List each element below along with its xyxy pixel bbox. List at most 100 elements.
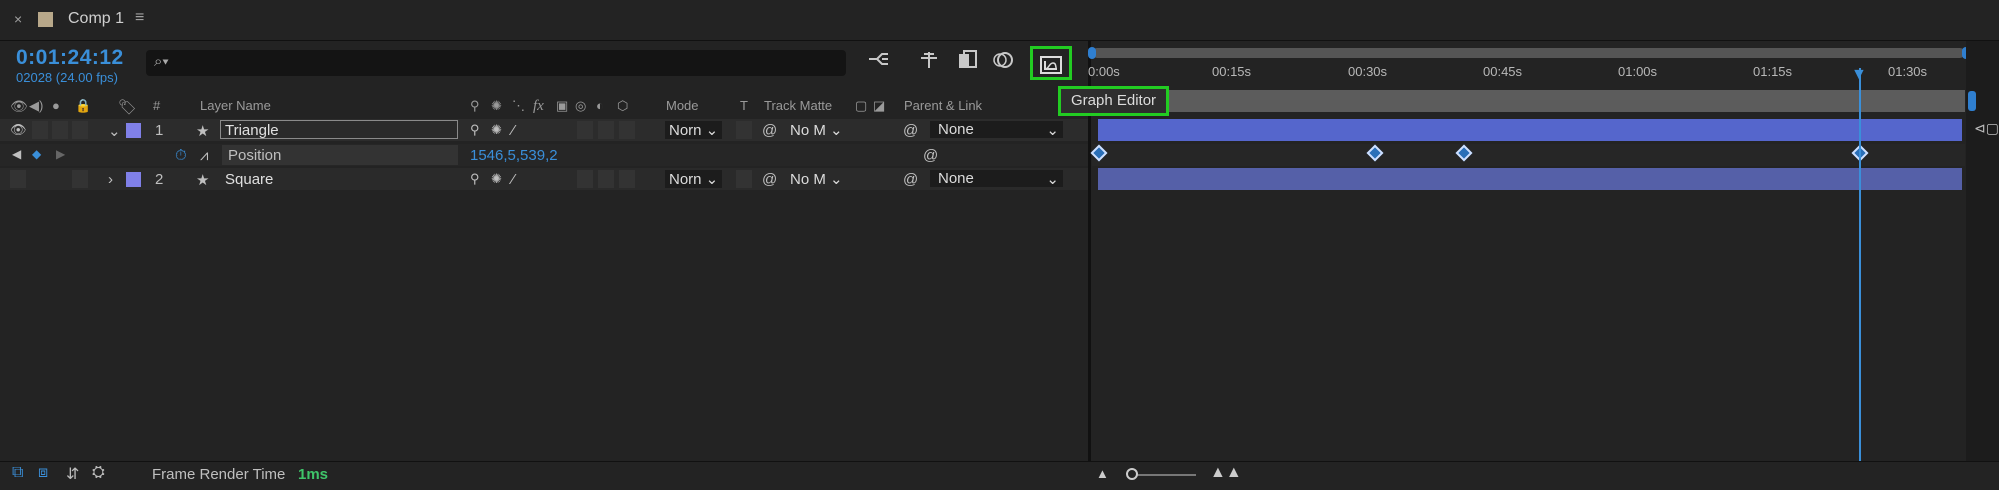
stopwatch-icon[interactable]: ⏱ (175, 147, 187, 164)
matte-visibility-icon: ▢ (855, 98, 868, 113)
track-matte-select[interactable]: No M ⌄ (790, 121, 843, 139)
ruler-tick: 01:15s (1753, 64, 1793, 79)
preserve-transparency-toggle[interactable] (736, 121, 752, 139)
shy-switch-icon[interactable]: ⚲ (470, 98, 480, 114)
frame-blend-icon[interactable] (954, 50, 980, 75)
composition-tab-bar (0, 0, 1999, 41)
playhead-icon[interactable]: ▼ (1851, 66, 1867, 84)
time-navigator-bar[interactable] (1092, 48, 1965, 58)
solo-icon[interactable]: ● (52, 98, 60, 113)
next-keyframe-icon[interactable]: ▶ (56, 147, 65, 161)
matte-link-icon[interactable]: @ (762, 122, 777, 139)
property-name: Position (228, 147, 282, 164)
layer-color-label[interactable] (126, 172, 141, 187)
frame-count: 02028 (24.00 fps) (16, 70, 118, 85)
solo-toggle[interactable] (52, 121, 68, 139)
layer-name[interactable]: Triangle (225, 122, 279, 139)
zoom-slider-track[interactable] (1130, 474, 1196, 476)
parent-pickwhip-icon[interactable]: @ (903, 122, 918, 139)
adjustment-switch[interactable] (598, 121, 614, 139)
3d-switch[interactable] (619, 121, 635, 139)
property-row-position[interactable]: ◀ ◆ ▶ ⏱ ⩘ Position 1546,5,539,2 @ (0, 144, 1088, 166)
layer-search-input[interactable] (146, 50, 846, 76)
chevron-down-icon[interactable]: ⌄ (108, 122, 121, 140)
transfer-controls-toggle-icon[interactable]: ⧈ (38, 464, 48, 482)
layer-name-column-header[interactable]: Layer Name (200, 98, 271, 113)
blend-mode-select[interactable]: Norn ⌄ (665, 121, 723, 139)
shy-switch-icon[interactable]: ⚲ (470, 122, 480, 138)
quality-switch-icon[interactable]: ⋱ (512, 98, 525, 114)
draft-3d-icon[interactable] (916, 50, 942, 75)
lock-toggle[interactable] (72, 170, 88, 188)
zoom-out-icon[interactable]: ▲ (1096, 466, 1109, 481)
motion-blur-switch-icon[interactable]: ◎ (575, 98, 586, 114)
zoom-in-icon[interactable]: ▲▲ (1210, 464, 1242, 482)
zoom-slider-knob[interactable] (1126, 468, 1138, 480)
layer-duration-bar-triangle[interactable] (1098, 119, 1962, 141)
layer-number: 1 (155, 122, 164, 139)
chevron-right-icon[interactable]: › (108, 171, 113, 188)
blend-mode-select[interactable]: Norn ⌄ (665, 170, 723, 188)
parent-select[interactable]: None ⌄ (930, 170, 1063, 188)
ruler-tick: 00:45s (1483, 64, 1523, 79)
matte-flip-icon: ◪ (873, 98, 886, 113)
frame-blend-switch-icon[interactable]: ▣ (556, 98, 568, 114)
work-area-bar[interactable] (1092, 90, 1965, 112)
layer-name[interactable]: Square (225, 171, 273, 188)
current-timecode[interactable]: 0:01:24:12 (16, 46, 124, 70)
comp-marker-bin-icon[interactable]: ⊲▢ (1974, 120, 1999, 137)
motion-blur-icon[interactable] (990, 50, 1016, 75)
property-pickwhip-icon[interactable]: @ (923, 147, 938, 164)
layer-color-label[interactable] (126, 123, 141, 138)
audio-icon[interactable]: ◀) (29, 98, 43, 114)
layer-column-header: 👁 ◀) ● 🔒 🏷 # Layer Name ⚲ ✺ ⋱ fx ▣ ◎ ◐ ⬡… (0, 95, 1088, 117)
label-tag-icon[interactable]: 🏷 (118, 98, 137, 116)
layer-visibility-icon[interactable]: 👁 (10, 122, 27, 138)
video-visibility-icon[interactable]: 👁 (10, 98, 28, 115)
render-time-toggle-icon[interactable]: ⛭ (92, 464, 105, 482)
time-navigator-start-handle[interactable] (1088, 47, 1096, 59)
close-tab-icon[interactable]: × (14, 11, 22, 27)
adjustment-layer-switch-icon[interactable]: ◐ (596, 98, 604, 113)
layer-visibility-toggle[interactable] (10, 170, 26, 188)
layer-duration-bar-square[interactable] (1098, 168, 1962, 190)
shy-switch-icon[interactable]: ⚲ (470, 171, 480, 187)
lock-icon[interactable]: 🔒 (75, 98, 91, 114)
motion-blur-switch[interactable] (577, 121, 593, 139)
layer-row-square[interactable]: › 2 ★ Square ⚲ ✺ ⁄ Norn ⌄ @ No M ⌄ @ Non… (0, 168, 1088, 190)
work-area-end-handle[interactable] (1968, 91, 1976, 111)
quality-switch-icon[interactable]: ⁄ (512, 171, 515, 188)
composition-color-swatch (38, 12, 53, 27)
lock-toggle[interactable] (72, 121, 88, 139)
panel-menu-icon[interactable]: ≡ (135, 9, 144, 27)
preserve-transparency-toggle[interactable] (736, 170, 752, 188)
3d-switch[interactable] (619, 170, 635, 188)
audio-toggle[interactable] (32, 121, 48, 139)
3d-layer-switch-icon[interactable]: ⬡ (617, 98, 628, 114)
matte-link-icon[interactable]: @ (762, 171, 777, 188)
playhead-line[interactable] (1859, 68, 1861, 461)
flowchart-icon[interactable] (866, 50, 892, 73)
add-keyframe-icon[interactable]: ◆ (32, 147, 41, 161)
motion-blur-switch[interactable] (577, 170, 593, 188)
adjustment-switch[interactable] (598, 170, 614, 188)
track-matte-select[interactable]: No M ⌄ (790, 170, 843, 188)
frame-render-time-label: Frame Render Time (152, 466, 286, 483)
layer-row-triangle[interactable]: 👁 ⌄ 1 ★ Triangle ⚲ ✺ ⁄ Norn ⌄ @ No M ⌄ @… (0, 119, 1088, 141)
ruler-tick: 01:00s (1618, 64, 1658, 79)
parent-pickwhip-icon[interactable]: @ (903, 171, 918, 188)
position-value[interactable]: 1546,5,539,2 (470, 147, 558, 164)
collapse-switch-icon[interactable]: ✺ (491, 122, 502, 138)
collapse-switch-icon[interactable]: ✺ (491, 171, 502, 187)
ruler-tick: 00:30s (1348, 64, 1388, 79)
graph-toggle-icon[interactable]: ⩘ (200, 147, 208, 164)
quality-switch-icon[interactable]: ⁄ (512, 122, 515, 139)
parent-select[interactable]: None ⌄ (930, 121, 1063, 139)
in-out-toggle-icon[interactable]: ⇵ (66, 464, 79, 484)
composition-tab-title[interactable]: Comp 1 (68, 10, 124, 28)
graph-editor-button[interactable] (1030, 46, 1072, 80)
layer-switches-toggle-icon[interactable]: ⧉ (12, 464, 23, 482)
effects-switch-label[interactable]: fx (533, 98, 544, 115)
prev-keyframe-icon[interactable]: ◀ (12, 147, 21, 161)
collapse-switch-icon[interactable]: ✺ (491, 98, 502, 114)
